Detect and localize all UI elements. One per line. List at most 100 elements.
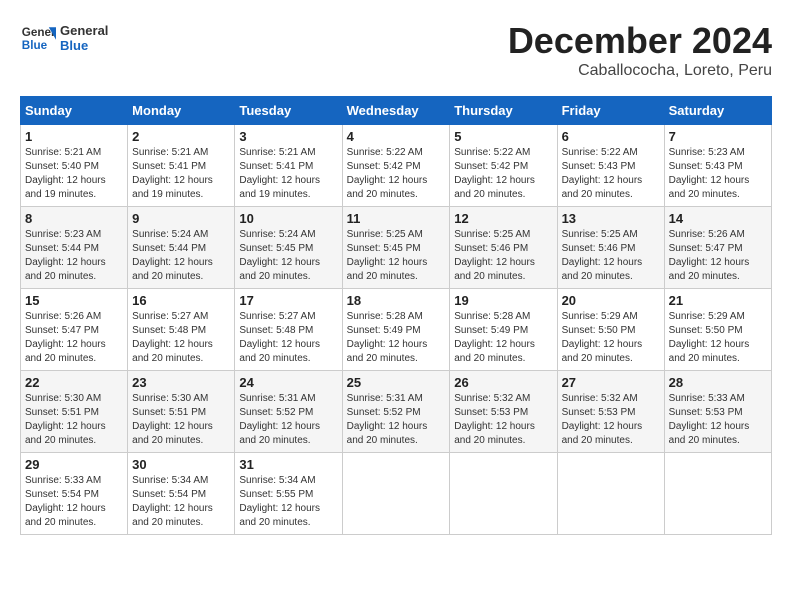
day-number: 3 bbox=[239, 129, 337, 144]
day-info: Sunrise: 5:28 AM Sunset: 5:49 PM Dayligh… bbox=[454, 310, 552, 366]
day-info: Sunrise: 5:25 AM Sunset: 5:46 PM Dayligh… bbox=[454, 228, 552, 284]
day-info: Sunrise: 5:33 AM Sunset: 5:53 PM Dayligh… bbox=[669, 392, 767, 448]
calendar-cell: 28 Sunrise: 5:33 AM Sunset: 5:53 PM Dayli… bbox=[664, 371, 771, 453]
day-info: Sunrise: 5:23 AM Sunset: 5:43 PM Dayligh… bbox=[669, 146, 767, 202]
logo-general-text: General bbox=[60, 23, 108, 38]
calendar-cell: 15 Sunrise: 5:26 AM Sunset: 5:47 PM Dayli… bbox=[21, 289, 128, 371]
calendar-cell: 4 Sunrise: 5:22 AM Sunset: 5:42 PM Daylig… bbox=[342, 125, 450, 207]
logo-icon: General Blue bbox=[20, 20, 56, 56]
day-number: 11 bbox=[347, 211, 446, 226]
day-number: 5 bbox=[454, 129, 552, 144]
calendar-cell bbox=[342, 453, 450, 535]
day-number: 22 bbox=[25, 375, 123, 390]
day-info: Sunrise: 5:31 AM Sunset: 5:52 PM Dayligh… bbox=[347, 392, 446, 448]
weekday-header: Saturday bbox=[664, 97, 771, 125]
day-info: Sunrise: 5:27 AM Sunset: 5:48 PM Dayligh… bbox=[132, 310, 230, 366]
day-number: 31 bbox=[239, 457, 337, 472]
title-area: December 2024 Caballococha, Loreto, Peru bbox=[508, 20, 772, 80]
weekday-header: Thursday bbox=[450, 97, 557, 125]
day-info: Sunrise: 5:28 AM Sunset: 5:49 PM Dayligh… bbox=[347, 310, 446, 366]
day-info: Sunrise: 5:27 AM Sunset: 5:48 PM Dayligh… bbox=[239, 310, 337, 366]
day-number: 16 bbox=[132, 293, 230, 308]
calendar-cell bbox=[450, 453, 557, 535]
day-info: Sunrise: 5:32 AM Sunset: 5:53 PM Dayligh… bbox=[454, 392, 552, 448]
day-number: 28 bbox=[669, 375, 767, 390]
day-number: 7 bbox=[669, 129, 767, 144]
day-number: 15 bbox=[25, 293, 123, 308]
day-number: 23 bbox=[132, 375, 230, 390]
day-number: 12 bbox=[454, 211, 552, 226]
day-number: 6 bbox=[562, 129, 660, 144]
weekday-header: Tuesday bbox=[235, 97, 342, 125]
calendar-cell: 10Sunrise: 5:24 AM Sunset: 5:45 PM Dayli… bbox=[235, 207, 342, 289]
day-info: Sunrise: 5:29 AM Sunset: 5:50 PM Dayligh… bbox=[562, 310, 660, 366]
day-info: Sunrise: 5:23 AM Sunset: 5:44 PM Dayligh… bbox=[25, 228, 123, 284]
svg-text:Blue: Blue bbox=[22, 39, 48, 52]
day-number: 19 bbox=[454, 293, 552, 308]
calendar-cell bbox=[664, 453, 771, 535]
calendar-cell: 6 Sunrise: 5:22 AM Sunset: 5:43 PM Daylig… bbox=[557, 125, 664, 207]
calendar-header-row: SundayMondayTuesdayWednesdayThursdayFrid… bbox=[21, 97, 772, 125]
day-info: Sunrise: 5:22 AM Sunset: 5:42 PM Dayligh… bbox=[454, 146, 552, 202]
logo-blue-text: Blue bbox=[60, 38, 108, 53]
day-info: Sunrise: 5:22 AM Sunset: 5:43 PM Dayligh… bbox=[562, 146, 660, 202]
calendar-cell: 14 Sunrise: 5:26 AM Sunset: 5:47 PM Dayli… bbox=[664, 207, 771, 289]
day-info: Sunrise: 5:32 AM Sunset: 5:53 PM Dayligh… bbox=[562, 392, 660, 448]
day-info: Sunrise: 5:26 AM Sunset: 5:47 PM Dayligh… bbox=[25, 310, 123, 366]
calendar-cell: 30 Sunrise: 5:34 AM Sunset: 5:54 PM Dayli… bbox=[128, 453, 235, 535]
calendar-table: SundayMondayTuesdayWednesdayThursdayFrid… bbox=[20, 96, 772, 535]
calendar-cell: 12 Sunrise: 5:25 AM Sunset: 5:46 PM Dayli… bbox=[450, 207, 557, 289]
day-number: 24 bbox=[239, 375, 337, 390]
calendar-week-row: 8 Sunrise: 5:23 AM Sunset: 5:44 PM Daylig… bbox=[21, 207, 772, 289]
calendar-cell: 3 Sunrise: 5:21 AM Sunset: 5:41 PM Daylig… bbox=[235, 125, 342, 207]
month-title: December 2024 bbox=[508, 20, 772, 62]
calendar-cell: 25 Sunrise: 5:31 AM Sunset: 5:52 PM Dayli… bbox=[342, 371, 450, 453]
day-info: Sunrise: 5:34 AM Sunset: 5:54 PM Dayligh… bbox=[132, 474, 230, 530]
calendar-cell: 21Sunrise: 5:29 AM Sunset: 5:50 PM Dayli… bbox=[664, 289, 771, 371]
calendar-week-row: 15 Sunrise: 5:26 AM Sunset: 5:47 PM Dayli… bbox=[21, 289, 772, 371]
calendar-week-row: 22 Sunrise: 5:30 AM Sunset: 5:51 PM Dayli… bbox=[21, 371, 772, 453]
day-number: 26 bbox=[454, 375, 552, 390]
day-number: 1 bbox=[25, 129, 123, 144]
day-number: 18 bbox=[347, 293, 446, 308]
logo: General Blue General Blue bbox=[20, 20, 108, 56]
day-number: 21 bbox=[669, 293, 767, 308]
calendar-cell: 5 Sunrise: 5:22 AM Sunset: 5:42 PM Daylig… bbox=[450, 125, 557, 207]
calendar-week-row: 1 Sunrise: 5:21 AM Sunset: 5:40 PM Daylig… bbox=[21, 125, 772, 207]
day-number: 8 bbox=[25, 211, 123, 226]
day-info: Sunrise: 5:24 AM Sunset: 5:45 PM Dayligh… bbox=[239, 228, 337, 284]
calendar-cell: 27Sunrise: 5:32 AM Sunset: 5:53 PM Dayli… bbox=[557, 371, 664, 453]
day-number: 4 bbox=[347, 129, 446, 144]
day-number: 2 bbox=[132, 129, 230, 144]
day-number: 30 bbox=[132, 457, 230, 472]
calendar-cell: 7 Sunrise: 5:23 AM Sunset: 5:43 PM Daylig… bbox=[664, 125, 771, 207]
calendar-cell: 31Sunrise: 5:34 AM Sunset: 5:55 PM Dayli… bbox=[235, 453, 342, 535]
calendar-cell: 9 Sunrise: 5:24 AM Sunset: 5:44 PM Daylig… bbox=[128, 207, 235, 289]
calendar-cell: 18 Sunrise: 5:28 AM Sunset: 5:49 PM Dayli… bbox=[342, 289, 450, 371]
calendar-cell: 19 Sunrise: 5:28 AM Sunset: 5:49 PM Dayli… bbox=[450, 289, 557, 371]
day-info: Sunrise: 5:24 AM Sunset: 5:44 PM Dayligh… bbox=[132, 228, 230, 284]
day-number: 20 bbox=[562, 293, 660, 308]
day-number: 25 bbox=[347, 375, 446, 390]
day-info: Sunrise: 5:21 AM Sunset: 5:41 PM Dayligh… bbox=[239, 146, 337, 202]
day-info: Sunrise: 5:31 AM Sunset: 5:52 PM Dayligh… bbox=[239, 392, 337, 448]
weekday-header: Friday bbox=[557, 97, 664, 125]
calendar-cell: 11Sunrise: 5:25 AM Sunset: 5:45 PM Dayli… bbox=[342, 207, 450, 289]
calendar-cell: 20 Sunrise: 5:29 AM Sunset: 5:50 PM Dayli… bbox=[557, 289, 664, 371]
calendar-cell: 17Sunrise: 5:27 AM Sunset: 5:48 PM Dayli… bbox=[235, 289, 342, 371]
weekday-header: Monday bbox=[128, 97, 235, 125]
day-info: Sunrise: 5:21 AM Sunset: 5:40 PM Dayligh… bbox=[25, 146, 123, 202]
day-info: Sunrise: 5:25 AM Sunset: 5:46 PM Dayligh… bbox=[562, 228, 660, 284]
calendar-week-row: 29Sunrise: 5:33 AM Sunset: 5:54 PM Dayli… bbox=[21, 453, 772, 535]
calendar-cell: 26 Sunrise: 5:32 AM Sunset: 5:53 PM Dayli… bbox=[450, 371, 557, 453]
weekday-header: Wednesday bbox=[342, 97, 450, 125]
day-number: 9 bbox=[132, 211, 230, 226]
calendar-cell: 29Sunrise: 5:33 AM Sunset: 5:54 PM Dayli… bbox=[21, 453, 128, 535]
day-info: Sunrise: 5:22 AM Sunset: 5:42 PM Dayligh… bbox=[347, 146, 446, 202]
weekday-header: Sunday bbox=[21, 97, 128, 125]
calendar-cell: 24 Sunrise: 5:31 AM Sunset: 5:52 PM Dayli… bbox=[235, 371, 342, 453]
calendar-cell: 16 Sunrise: 5:27 AM Sunset: 5:48 PM Dayli… bbox=[128, 289, 235, 371]
day-number: 14 bbox=[669, 211, 767, 226]
day-info: Sunrise: 5:30 AM Sunset: 5:51 PM Dayligh… bbox=[25, 392, 123, 448]
day-info: Sunrise: 5:26 AM Sunset: 5:47 PM Dayligh… bbox=[669, 228, 767, 284]
